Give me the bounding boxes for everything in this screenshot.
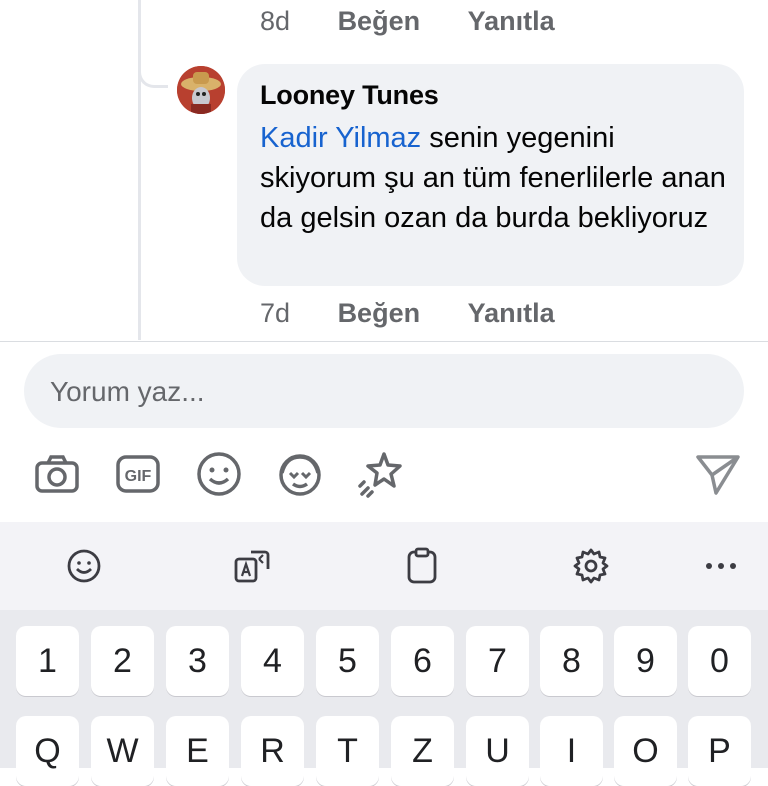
mention-link[interactable]: Kadir Yilmaz [260,122,421,154]
key-i[interactable]: I [540,716,603,786]
thread-line [138,0,141,340]
comment-composer[interactable] [24,354,744,430]
key-q[interactable]: Q [16,716,79,786]
key-w[interactable]: W [91,716,154,786]
key-9[interactable]: 9 [614,626,677,696]
avatar[interactable] [177,66,225,114]
divider [0,341,768,342]
key-3[interactable]: 3 [166,626,229,696]
camera-icon[interactable] [31,448,83,500]
key-r[interactable]: R [241,716,304,786]
avatar-sticker-icon[interactable] [274,448,326,500]
key-4[interactable]: 4 [241,626,304,696]
key-p[interactable]: P [688,716,751,786]
comment-time: 7d [260,298,291,328]
more-icon[interactable] [691,540,751,592]
prev-reply-button[interactable]: Yanıtla [468,6,555,36]
thread-elbow [138,58,168,88]
key-e[interactable]: E [166,716,229,786]
key-7[interactable]: 7 [466,626,529,696]
prev-comment-actions: 8d Beğen Yanıtla [260,6,595,37]
key-5[interactable]: 5 [316,626,379,696]
keyboard-toolbar [0,522,768,610]
comment-author[interactable]: Looney Tunes [260,80,439,111]
reply-button[interactable]: Yanıtla [468,298,555,328]
prev-like-button[interactable]: Beğen [338,6,421,36]
comment-actions: 7d Beğen Yanıtla [260,298,595,329]
key-6[interactable]: 6 [391,626,454,696]
key-o[interactable]: O [614,716,677,786]
translate-icon[interactable] [222,540,282,592]
comment-text: Kadir Yilmaz senin yegenini skiyorum şu … [260,118,730,238]
key-0[interactable]: 0 [688,626,751,696]
clipboard-icon[interactable] [392,540,452,592]
svg-text:GIF: GIF [125,468,152,485]
emoji-icon[interactable] [193,448,245,500]
key-u[interactable]: U [466,716,529,786]
gif-icon[interactable]: GIF [112,448,164,500]
kb-emoji-icon[interactable] [54,540,114,592]
key-z[interactable]: Z [391,716,454,786]
sparkle-star-icon[interactable] [355,448,407,500]
key-t[interactable]: T [316,716,379,786]
send-icon[interactable] [692,448,744,500]
settings-icon[interactable] [561,540,621,592]
key-8[interactable]: 8 [540,626,603,696]
comment-input[interactable] [48,354,692,430]
like-button[interactable]: Beğen [338,298,421,328]
key-2[interactable]: 2 [91,626,154,696]
key-1[interactable]: 1 [16,626,79,696]
prev-comment-time: 8d [260,6,291,36]
